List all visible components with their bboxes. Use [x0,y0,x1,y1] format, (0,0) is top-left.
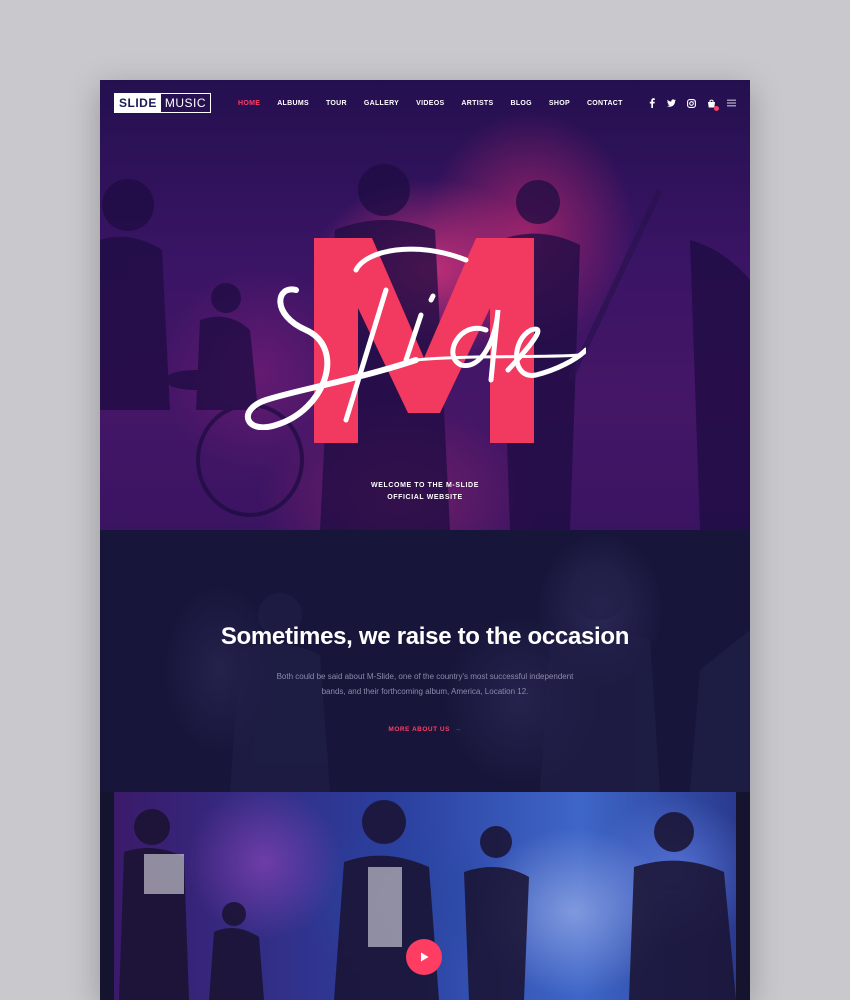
facebook-icon[interactable] [647,98,656,108]
site-preview: WELCOME TO THE M-SLIDE OFFICIAL WEBSITE … [100,80,750,1000]
instagram-icon[interactable] [687,98,696,108]
about-text-line1: Both could be said about M-Slide, one of… [276,672,574,681]
menu-icon[interactable] [727,99,736,108]
nav-item-videos[interactable]: VIDEOS [416,100,444,107]
video-section [114,792,736,1000]
about-link-row: MORE ABOUT US → [100,726,750,733]
header-icons [647,80,736,126]
arrow-right-icon: → [452,726,462,733]
about-title: Sometimes, we raise to the occasion [220,623,630,650]
twitter-icon[interactable] [667,99,676,108]
about-section: Sometimes, we raise to the occasion Both… [100,530,750,792]
slide-script-logo [244,246,586,430]
play-icon [421,952,429,962]
nav-item-gallery[interactable]: GALLERY [364,100,399,107]
nav-item-albums[interactable]: ALBUMS [277,100,309,107]
about-text-line2: bands, and their forthcoming album, Amer… [321,687,529,696]
nav-item-artists[interactable]: ARTISTS [461,100,493,107]
hero-welcome-line1: WELCOME TO THE M-SLIDE [371,482,479,489]
nav-item-home[interactable]: HOME [238,100,260,107]
hero-welcome-text: WELCOME TO THE M-SLIDE OFFICIAL WEBSITE [100,480,750,504]
video-play-button[interactable] [406,939,442,975]
hero-section: WELCOME TO THE M-SLIDE OFFICIAL WEBSITE [100,80,750,530]
about-description: Both could be said about M-Slide, one of… [260,669,590,699]
site-logo[interactable]: SLIDE MUSIC [114,93,212,113]
more-about-us-link[interactable]: MORE ABOUT US → [388,726,461,733]
site-header: SLIDE MUSIC HOME ALBUMS TOUR GALLERY VID… [100,80,750,126]
nav-item-contact[interactable]: CONTACT [587,100,623,107]
more-about-us-label: MORE ABOUT US [388,726,450,733]
nav-item-shop[interactable]: SHOP [549,100,570,107]
hero-welcome-line2: OFFICIAL WEBSITE [387,494,463,501]
logo-slide: SLIDE [115,94,161,112]
cart-icon[interactable] [707,99,719,111]
nav-item-blog[interactable]: BLOG [510,100,531,107]
nav-item-tour[interactable]: TOUR [326,100,347,107]
logo-music: MUSIC [164,96,207,110]
cart-badge [714,105,719,111]
about-background-photo [230,560,750,792]
main-nav: HOME ALBUMS TOUR GALLERY VIDEOS ARTISTS … [238,80,640,126]
